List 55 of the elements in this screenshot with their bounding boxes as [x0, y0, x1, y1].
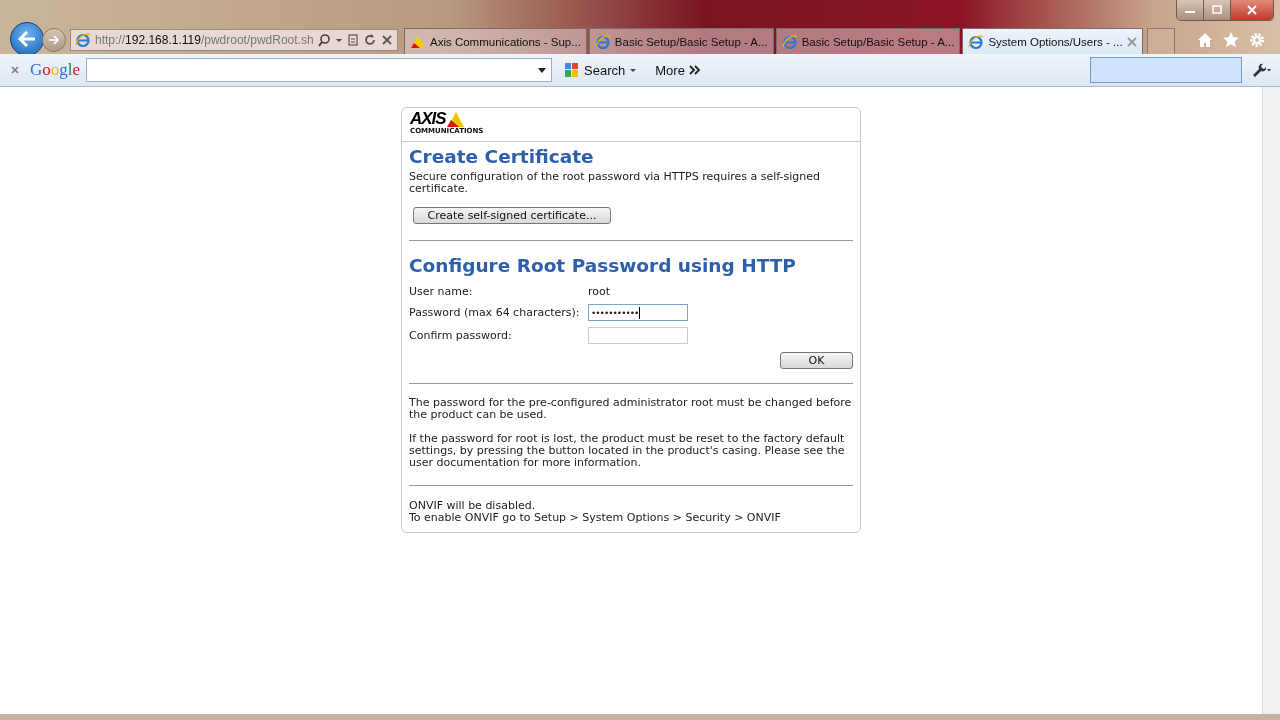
double-chevron-icon	[688, 65, 701, 75]
ie-logo-icon	[594, 33, 611, 50]
new-tab-button[interactable]	[1146, 28, 1175, 54]
home-icon[interactable]	[1196, 31, 1214, 49]
info-text: ONVIF will be disabled.	[409, 500, 537, 512]
toolbar-search-field[interactable]	[86, 58, 553, 82]
close-tab-icon[interactable]	[1126, 36, 1137, 47]
close-toolbar-icon[interactable]	[10, 65, 20, 75]
field-value: root	[588, 285, 612, 298]
browser-tab[interactable]: Axis Communications - Sup...	[404, 28, 587, 54]
toolbar-text-field[interactable]	[1090, 57, 1242, 83]
refresh-icon[interactable]	[363, 33, 377, 47]
ok-button[interactable]: OK	[780, 352, 853, 369]
url-text: http://192.168.1.119/pwdroot/pwdRoot.sh	[95, 33, 313, 47]
tiles-icon	[564, 62, 581, 78]
warning-triangle-icon	[410, 34, 426, 49]
close-icon	[1246, 5, 1258, 15]
field-label: Password (max 64 characters):	[409, 306, 581, 319]
forward-button[interactable]	[42, 28, 66, 52]
back-button[interactable]	[10, 22, 44, 56]
password-field[interactable]: •••••••••••	[588, 304, 688, 321]
scrollbar[interactable]	[1262, 87, 1280, 714]
compatibility-view-icon[interactable]	[347, 33, 359, 47]
create-certificate-button[interactable]: Create self-signed certificate...	[413, 207, 611, 224]
note-text: The password for the pre-configured administrator root must be changed before the product can be used.	[409, 397, 853, 421]
section-heading: Configure Root Password using HTTP	[409, 255, 797, 277]
search-icon[interactable]	[317, 33, 331, 47]
maximize-button[interactable]	[1204, 0, 1231, 20]
right-arrow-icon	[48, 34, 60, 46]
browser-tab[interactable]: Basic Setup/Basic Setup - A...	[775, 28, 961, 54]
close-button[interactable]	[1231, 0, 1273, 20]
caret-icon	[629, 66, 638, 74]
dropdown-caret-icon[interactable]	[537, 66, 548, 74]
password-field[interactable]	[588, 327, 688, 344]
info-text: To enable ONVIF go to Setup > System Options > Security > ONVIF	[409, 512, 782, 524]
ie-logo-icon	[781, 33, 798, 50]
browser-tab[interactable]: System Options/Users - ...	[962, 28, 1143, 54]
section-heading: Create Certificate	[409, 146, 595, 168]
left-arrow-icon	[17, 30, 37, 48]
ie-logo-icon	[968, 33, 985, 50]
maximize-icon	[1211, 5, 1223, 15]
search-button[interactable]: Search	[558, 58, 644, 82]
google-logo: Google	[30, 60, 81, 80]
minimize-button[interactable]	[1177, 0, 1204, 20]
ie-logo-icon	[75, 32, 91, 48]
stop-icon[interactable]	[381, 33, 393, 47]
triangle-logo-icon	[445, 111, 464, 127]
description-text: Secure configuration of the root password via HTTPS requires a self-signed certificate.	[409, 171, 821, 195]
address-bar[interactable]: http://192.168.1.119/pwdroot/pwdRoot.sh	[70, 29, 398, 51]
star-icon[interactable]	[1222, 31, 1240, 49]
field-label: User name:	[409, 285, 474, 298]
field-label: Confirm password:	[409, 329, 513, 342]
more-button[interactable]: More	[649, 58, 707, 82]
note-text: If the password for root is lost, the product must be reset to the factory default settings, by pressing the button located in the product's casing. Please see the user documentation for more information.	[409, 433, 846, 469]
browser-tab[interactable]: Basic Setup/Basic Setup - A...	[588, 28, 774, 54]
